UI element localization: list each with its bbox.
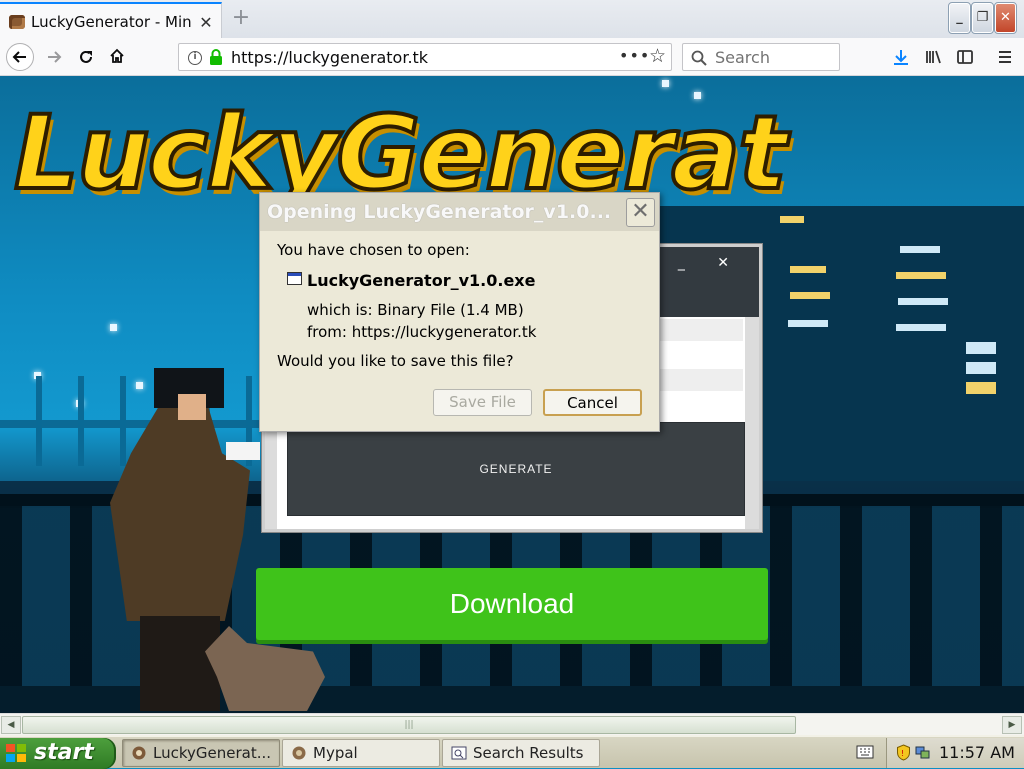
search-icon [691, 50, 707, 66]
page-content: LuckyGenerat _ ✕ LuckyLucyX Your Passwor… [0, 76, 1024, 713]
character-face [178, 394, 206, 420]
dialog-filename: LuckyGenerator_v1.0.exe [307, 271, 536, 290]
system-tray: ! 11:57 AM [886, 738, 1024, 768]
star-decoration [662, 80, 669, 87]
scroll-left-arrow-icon[interactable]: ◀ [1, 716, 21, 734]
taskbar-item-mypal[interactable]: Mypal [282, 739, 440, 767]
building-window [896, 272, 946, 279]
sidebar-button[interactable] [954, 46, 976, 68]
reload-button[interactable] [72, 43, 100, 71]
minecraft-favicon-icon [9, 15, 25, 29]
forward-button[interactable] [40, 43, 68, 71]
building-window [898, 298, 948, 305]
taskbar-item-label: Search Results [473, 744, 584, 762]
search-results-window-icon [451, 746, 467, 760]
start-label: start [34, 740, 94, 765]
browser-tab[interactable]: LuckyGenerator - Minecraft ✕ [0, 2, 222, 38]
close-window-button[interactable]: ✕ [994, 2, 1017, 34]
dialog-file-type: which is: Binary File (1.4 MB) [307, 301, 524, 319]
building-window [966, 382, 996, 394]
bookmark-star-icon[interactable]: ☆ [649, 45, 666, 67]
keyboard-language-icon[interactable] [856, 745, 874, 759]
scrollbar-thumb[interactable]: ||| [22, 716, 796, 734]
generator-modal-controls[interactable]: _ ✕ [678, 255, 743, 271]
padlock-icon[interactable] [209, 48, 223, 66]
start-button[interactable]: start [0, 738, 116, 769]
arrow-left-icon [12, 51, 26, 63]
dialog-intro-text: You have chosen to open: [277, 241, 470, 259]
search-placeholder: Search [715, 48, 770, 67]
dialog-close-button[interactable]: ✕ [626, 198, 655, 227]
building-window [790, 292, 830, 299]
home-button[interactable] [103, 43, 131, 71]
building-window [896, 324, 946, 331]
star-decoration [110, 324, 117, 331]
dialog-title: Opening LuckyGenerator_v1.0... [267, 201, 612, 223]
taskbar: start LuckyGenerat... Mypal Search Resul… [0, 735, 1024, 769]
back-button[interactable] [6, 43, 34, 71]
building-window [966, 362, 996, 374]
reload-icon [80, 50, 92, 63]
library-button[interactable] [922, 46, 944, 68]
building-window [790, 266, 826, 273]
character-legs [140, 616, 220, 711]
url-bar[interactable]: i https://luckygenerator.tk ••• ☆ [178, 43, 672, 71]
exe-file-icon [287, 272, 302, 285]
generate-button[interactable]: GENERATE [287, 422, 745, 516]
building-window [900, 246, 940, 253]
restore-button[interactable]: ❐ [971, 2, 994, 34]
download-arrow-icon [894, 50, 908, 65]
mypal-app-icon [292, 746, 306, 760]
windows-logo-icon [6, 744, 28, 764]
horizontal-scrollbar[interactable]: ◀ ||| ▶ [0, 713, 1024, 735]
hamburger-menu-icon [999, 51, 1011, 63]
building-window [966, 342, 996, 354]
search-input[interactable]: Search [682, 43, 840, 71]
url-text[interactable]: https://luckygenerator.tk [231, 48, 428, 67]
svg-text:!: ! [901, 749, 904, 758]
taskbar-item-label: LuckyGenerat... [153, 744, 272, 762]
home-icon [110, 48, 124, 63]
taskbar-item-label: Mypal [313, 744, 358, 762]
navigation-toolbar: i https://luckygenerator.tk ••• ☆ Search [0, 38, 1024, 76]
dialog-file-source: from: https://luckygenerator.tk [307, 323, 537, 341]
menu-button[interactable] [994, 46, 1016, 68]
page-actions-menu-icon[interactable]: ••• [619, 46, 650, 65]
library-icon [926, 50, 941, 64]
tab-close-icon[interactable]: ✕ [196, 13, 216, 33]
downloads-button[interactable] [890, 46, 912, 68]
cancel-button[interactable]: Cancel [543, 389, 642, 416]
scroll-right-arrow-icon[interactable]: ▶ [1002, 716, 1022, 734]
dialog-question: Would you like to save this file? [277, 352, 514, 370]
window-controls: _ ❐ ✕ [948, 2, 1017, 34]
tab-title: LuckyGenerator - Minecraft [31, 13, 191, 31]
taskbar-item-luckygenerator[interactable]: LuckyGenerat... [122, 739, 280, 767]
system-clock[interactable]: 11:57 AM [939, 743, 1015, 762]
site-info-icon[interactable]: i [188, 51, 202, 65]
taskbar-item-search-results[interactable]: Search Results [442, 739, 600, 767]
new-tab-button[interactable]: + [228, 6, 254, 32]
security-shield-icon[interactable]: ! [895, 744, 912, 761]
minimize-button[interactable]: _ [948, 2, 971, 34]
character-phone [226, 442, 260, 460]
network-icon[interactable] [914, 744, 931, 761]
download-button[interactable]: Download [256, 568, 768, 640]
dialog-titlebar[interactable]: Opening LuckyGenerator_v1.0... ✕ [260, 193, 659, 231]
building-window [780, 216, 804, 223]
browser-app-icon [132, 746, 146, 760]
download-dialog: Opening LuckyGenerator_v1.0... ✕ You hav… [259, 192, 660, 432]
building-window [788, 320, 828, 327]
arrow-right-icon [48, 51, 62, 63]
sidebar-icon [957, 50, 973, 64]
save-file-button[interactable]: Save File [433, 389, 532, 416]
browser-titlebar: LuckyGenerator - Minecraft ✕ + _ ❐ ✕ [0, 0, 1024, 38]
